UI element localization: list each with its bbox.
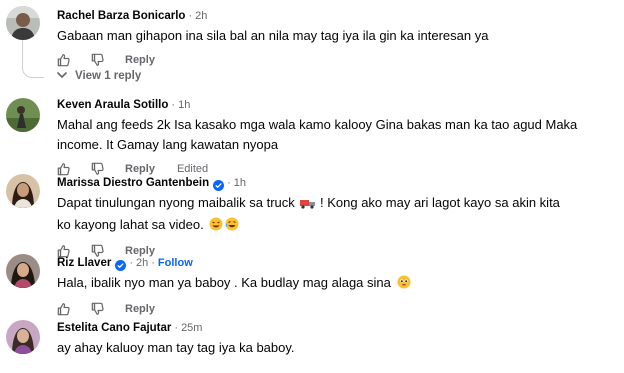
thumbs-up-icon[interactable] bbox=[57, 53, 71, 67]
thumbs-up-icon[interactable] bbox=[57, 162, 71, 176]
rofl-emoji-icon bbox=[209, 217, 223, 237]
laughing-emoji-icon bbox=[225, 217, 239, 237]
truck-emoji-icon bbox=[300, 195, 316, 215]
comment-text-line: income. It Gamay lang kawatan nyopa bbox=[57, 137, 279, 152]
comment-text-segment: ! Kong ako may ari lagot kayo sa akin ki… bbox=[316, 195, 560, 210]
comment-text: Gabaan man gihapon ina sila bal an nila … bbox=[57, 28, 489, 43]
separator-dot: · bbox=[227, 177, 231, 189]
comment-text-line: Mahal ang feeds 2k Isa kasako mga wala k… bbox=[57, 117, 578, 132]
reply-button[interactable]: Reply bbox=[125, 163, 155, 175]
comment-time[interactable]: 2h bbox=[136, 257, 148, 269]
comment-text: Dapat tinulungan nyong maibalik sa truck… bbox=[57, 193, 616, 237]
comment-text-segment: Hala, ibalik nyo man ya baboy . Ka budla… bbox=[57, 275, 391, 290]
view-replies-button[interactable]: View 1 reply bbox=[57, 70, 141, 82]
comment-text: ay ahay kaluoy man tay tag iya ka baboy. bbox=[57, 340, 295, 355]
separator-dot: · bbox=[188, 10, 193, 22]
thumbs-down-icon[interactable] bbox=[91, 162, 105, 176]
thread-line bbox=[22, 40, 44, 78]
comment-text: Mahal ang feeds 2k Isa kasako mga wala k… bbox=[57, 115, 616, 155]
comment-author[interactable]: Marissa Diestro Gantenbein bbox=[57, 177, 209, 189]
separator-dot: · bbox=[174, 322, 179, 334]
thumbs-down-icon[interactable] bbox=[91, 302, 105, 316]
verified-badge-icon bbox=[115, 258, 126, 269]
thumbs-up-icon[interactable] bbox=[57, 302, 71, 316]
comment-author[interactable]: Keven Araula Sotillo bbox=[57, 99, 168, 111]
pleading-face-emoji-icon bbox=[397, 275, 411, 295]
separator-dot: · bbox=[171, 99, 176, 111]
comment-author[interactable]: Estelita Cano Fajutar bbox=[57, 322, 171, 334]
chevron-down-icon bbox=[57, 70, 67, 82]
comment-author[interactable]: Rachel Barza Bonicarlo bbox=[57, 10, 185, 22]
reply-button[interactable]: Reply bbox=[125, 303, 155, 315]
comment-time[interactable]: 1h bbox=[234, 177, 246, 189]
avatar[interactable] bbox=[6, 254, 40, 288]
separator-dot: · bbox=[129, 257, 133, 269]
avatar[interactable] bbox=[6, 320, 40, 354]
comment-text-segment: Dapat tinulungan nyong maibalik sa truck bbox=[57, 195, 295, 210]
avatar[interactable] bbox=[6, 6, 40, 40]
view-replies-label: View 1 reply bbox=[75, 70, 142, 82]
avatar[interactable] bbox=[6, 98, 40, 132]
edited-label: Edited bbox=[176, 163, 209, 175]
comment-text: Hala, ibalik nyo man ya baboy . Ka budla… bbox=[57, 273, 616, 295]
follow-button[interactable]: Follow bbox=[158, 257, 193, 269]
comment-time[interactable]: 25m bbox=[181, 322, 202, 334]
verified-badge-icon bbox=[213, 178, 224, 189]
reply-button[interactable]: Reply bbox=[125, 54, 155, 66]
comment-time[interactable]: 1h bbox=[178, 99, 190, 111]
comment-author[interactable]: Riz Llaver bbox=[57, 257, 111, 269]
thumbs-down-icon[interactable] bbox=[91, 53, 105, 67]
separator-dot: · bbox=[151, 257, 155, 269]
comment-time[interactable]: 2h bbox=[195, 10, 207, 22]
avatar[interactable] bbox=[6, 174, 40, 208]
comment-text-segment: ko kayong lahat sa video. bbox=[57, 217, 204, 232]
